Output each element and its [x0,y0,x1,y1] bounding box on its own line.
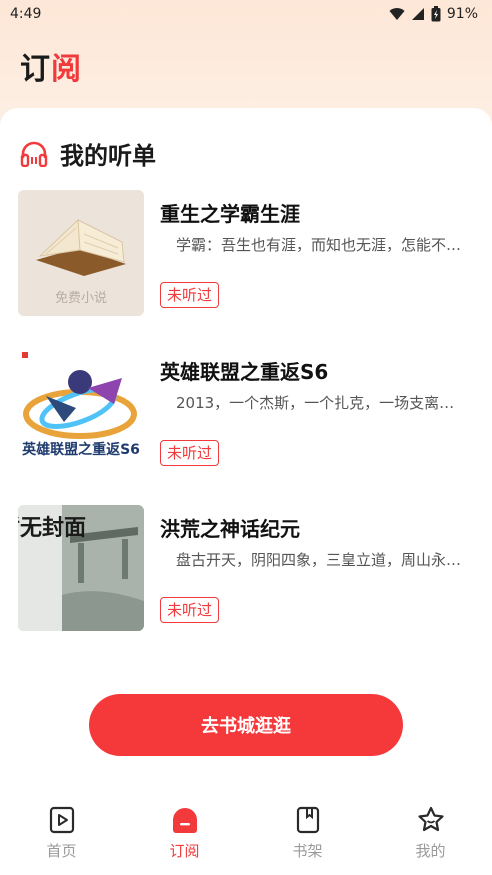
book-cover[interactable]: 英雄联盟之重返S6 [18,348,144,474]
svg-text:暂无封面: 暂无封面 [18,515,86,541]
headphones-icon [20,141,48,167]
tab-bookshelf[interactable]: 书架 [246,800,369,875]
cover-label: 免费小说 [55,291,107,306]
cover-label: 英雄联盟之重返S6 [21,441,140,458]
no-cover-image: 暂无封面 [18,505,144,631]
status-badge: 未听过 [160,597,220,623]
status-badge: 未听过 [160,282,220,308]
tab-home[interactable]: 首页 [0,800,123,875]
signal-icon [411,8,424,20]
book-title[interactable]: 重生之学霸生涯 [160,198,300,227]
book-item[interactable]: 暂无封面 洪荒之神话纪元 盘古开天，阴阳四象，三皇立道，周山永… 未听过 [18,505,478,631]
section-header: 我的听单 [20,136,156,171]
book-title[interactable]: 洪荒之神话纪元 [160,513,300,542]
status-time: 4:49 [10,6,42,22]
game-cover-image: 英雄联盟之重返S6 [18,348,144,474]
tab-label: 订阅 [169,842,200,860]
open-book-cover-image: 免费小说 [18,190,144,316]
svg-text:英雄联盟之重返S6: 英雄联盟之重返S6 [21,441,140,458]
play-book-icon [49,806,74,834]
star-profile-icon [417,806,444,832]
book-description: 学霸：吾生也有涯，而知也无涯，怎能不… [176,236,462,254]
go-to-bookstore-button[interactable]: 去书城逛逛 [89,694,403,756]
tab-label: 首页 [46,842,77,860]
book-description: 2013，一个杰斯，一个扎克，一场支离… [176,394,455,412]
status-badge: 未听过 [160,440,220,466]
book-description: 盘古开天，阴阳四象，三皇立道，周山永… [176,551,462,569]
battery-icon [431,6,441,22]
tab-label: 书架 [292,842,323,860]
book-item[interactable]: 英雄联盟之重返S6 英雄联盟之重返S6 2013，一个杰斯，一个扎克，一场支离…… [18,348,478,474]
bottom-tab-bar: 首页 订阅 书架 我的 [0,800,492,875]
subscribe-icon [172,808,197,833]
book-cover[interactable]: 免费小说 [18,190,144,316]
battery-level: 91% [446,6,478,22]
tab-label: 我的 [415,842,446,860]
bookshelf-icon [296,806,319,834]
book-item[interactable]: 免费小说 重生之学霸生涯 学霸：吾生也有涯，而知也无涯，怎能不… 未听过 [18,190,478,316]
status-icons: 91% [389,6,478,22]
book-title[interactable]: 英雄联盟之重返S6 [160,356,328,385]
book-cover[interactable]: 暂无封面 [18,505,144,631]
cover-label: 暂无封面 [18,515,86,541]
svg-text:免费小说: 免费小说 [55,291,107,306]
tab-subscribe[interactable]: 订阅 [123,800,246,875]
section-title: 我的听单 [60,142,156,170]
wifi-icon [389,8,405,20]
tab-profile[interactable]: 我的 [369,800,492,875]
status-bar: 4:49 91% [0,0,492,28]
page-title: 订阅 [20,52,82,87]
